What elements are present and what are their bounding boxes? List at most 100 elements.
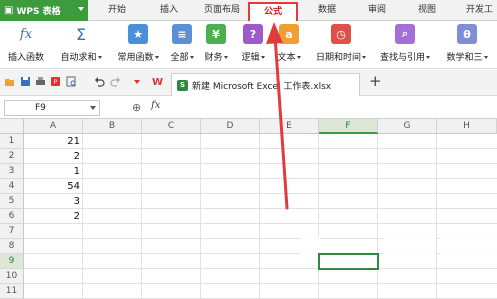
document-tab[interactable]: S 新建 Microsoft Excel 工作表.xlsx [171, 73, 360, 96]
common-functions-label: 常用函数 [117, 53, 154, 63]
grid-line [24, 283, 497, 284]
datetime-button[interactable]: ◷ 日期和时间 [312, 24, 370, 68]
row-header-2[interactable]: 2 [0, 149, 24, 164]
fx-icon: fx [19, 26, 33, 42]
row-header-5[interactable]: 5 [0, 194, 24, 209]
glare-patch [384, 231, 436, 257]
svg-text:W: W [152, 77, 163, 87]
star-icon: ★ [128, 24, 148, 44]
chevron-down-icon [90, 106, 96, 110]
logical-button[interactable]: ? 逻辑 [238, 24, 268, 68]
finance-icon: ¥ [206, 24, 226, 44]
financial-button[interactable]: ¥ 财务 [202, 24, 230, 68]
datetime-label: 日期和时间 [315, 53, 361, 63]
row-header-11[interactable]: 11 [0, 284, 24, 299]
cell-a5[interactable]: 3 [24, 194, 80, 209]
select-all-corner[interactable] [0, 119, 24, 134]
column-header-g[interactable]: G [378, 119, 437, 134]
grid-line [24, 223, 497, 224]
ribbon-tab-bar: ▣ WPS 表格 开始 插入 页面布局 公式 数据 审阅 视图 开发工 [0, 0, 497, 21]
formula-bar: F9 ⊕ fx [0, 97, 497, 119]
cell-a6[interactable]: 2 [24, 209, 80, 224]
redo-icon[interactable] [110, 76, 121, 87]
tab-formulas[interactable]: 公式 [248, 2, 298, 21]
common-functions-button[interactable]: ★ 常用函数 [112, 24, 164, 68]
active-cell-f9[interactable] [318, 253, 379, 270]
row-header-8[interactable]: 8 [0, 239, 24, 254]
column-header-d[interactable]: D [201, 119, 260, 134]
zoom-icon[interactable]: ⊕ [132, 101, 141, 114]
name-box[interactable]: F9 [4, 100, 100, 116]
cell-a2[interactable]: 2 [24, 149, 80, 164]
grid-line [24, 208, 497, 209]
fx-icon[interactable]: fx [151, 100, 160, 111]
financial-label: 财务 [204, 53, 223, 63]
chevron-down-icon [296, 56, 301, 59]
open-folder-icon[interactable] [4, 76, 15, 87]
app-menu-label: WPS 表格 [16, 7, 61, 17]
print-preview-icon[interactable] [66, 76, 77, 87]
formulas-ribbon: fx 插入函数 Σ 自动求和 ★ 常用函数 ≡ 全部 ¥ 财务 ? 逻辑 a 文… [0, 21, 497, 69]
tab-data[interactable]: 数据 [318, 0, 336, 21]
chevron-down-icon [78, 7, 84, 11]
all-functions-button[interactable]: ≡ 全部 [168, 24, 196, 68]
math-trig-button[interactable]: θ 数学和三 [440, 24, 494, 68]
logical-label: 逻辑 [241, 53, 260, 63]
row-header-9[interactable]: 9 [0, 254, 24, 269]
tab-review[interactable]: 审阅 [368, 0, 386, 21]
row-header-3[interactable]: 3 [0, 164, 24, 179]
tab-page-layout[interactable]: 页面布局 [204, 0, 240, 21]
customize-toolbar-icon[interactable] [132, 76, 143, 87]
text-button[interactable]: a 文本 [274, 24, 304, 68]
spreadsheet-window: { "app_menu": { "label": "WPS 表格" }, "ta… [0, 0, 497, 299]
question-icon: ? [243, 24, 263, 44]
chevron-down-icon [362, 56, 366, 59]
theta-icon: θ [457, 24, 477, 44]
insert-function-button[interactable]: fx 插入函数 [4, 24, 48, 68]
column-header-b[interactable]: B [83, 119, 142, 134]
column-header-a[interactable]: A [24, 119, 83, 134]
grid-line [436, 134, 437, 299]
formula-input[interactable] [172, 100, 494, 116]
tab-insert[interactable]: 插入 [160, 0, 178, 21]
cell-a1[interactable]: 21 [24, 134, 80, 149]
row-header-1[interactable]: 1 [0, 134, 24, 149]
autosum-button[interactable]: Σ 自动求和 [56, 24, 106, 68]
row-header-4[interactable]: 4 [0, 179, 24, 194]
clock-icon: ◷ [331, 24, 351, 44]
grid-line [318, 134, 319, 299]
column-header-h[interactable]: H [437, 119, 497, 134]
chevron-down-icon [260, 56, 265, 59]
tab-home[interactable]: 开始 [108, 0, 126, 21]
cell-a3[interactable]: 1 [24, 164, 80, 179]
math-label: 数学和三 [446, 53, 483, 63]
undo-icon[interactable] [94, 76, 105, 87]
chevron-down-icon [483, 56, 488, 59]
document-tab-title: 新建 Microsoft Excel 工作表.xlsx [192, 81, 332, 92]
tab-view[interactable]: 视图 [418, 0, 436, 21]
row-header-7[interactable]: 7 [0, 224, 24, 239]
grid-line [141, 134, 142, 299]
tab-developer[interactable]: 开发工 [466, 0, 493, 21]
row-header-10[interactable]: 10 [0, 269, 24, 284]
grid-line [24, 193, 497, 194]
quick-access-bar: P W S 新建 Microsoft Excel 工作表.xlsx + [0, 70, 497, 96]
new-tab-plus-icon[interactable]: + [369, 74, 382, 89]
app-menu-button[interactable]: ▣ WPS 表格 [0, 0, 88, 21]
chevron-down-icon [426, 56, 430, 59]
sigma-icon: Σ [75, 24, 87, 44]
column-header-c[interactable]: C [142, 119, 201, 134]
cell-a4[interactable]: 54 [24, 179, 80, 194]
row-header-6[interactable]: 6 [0, 209, 24, 224]
save-icon[interactable] [20, 76, 31, 87]
chevron-down-icon [154, 56, 159, 59]
column-header-e[interactable]: E [260, 119, 319, 134]
chevron-down-icon [97, 56, 102, 59]
lookup-button[interactable]: ⌕ 查找与引用 [376, 24, 434, 68]
column-header-f[interactable]: F [319, 119, 378, 134]
list-icon: ≡ [172, 24, 192, 44]
pdf-export-icon[interactable]: P [50, 76, 61, 87]
worksheet-grid[interactable]: A B C D E F G H 1 2 3 4 5 6 7 8 9 10 11 … [0, 119, 497, 299]
search-icon: ⌕ [395, 24, 415, 44]
print-icon[interactable] [35, 76, 46, 87]
